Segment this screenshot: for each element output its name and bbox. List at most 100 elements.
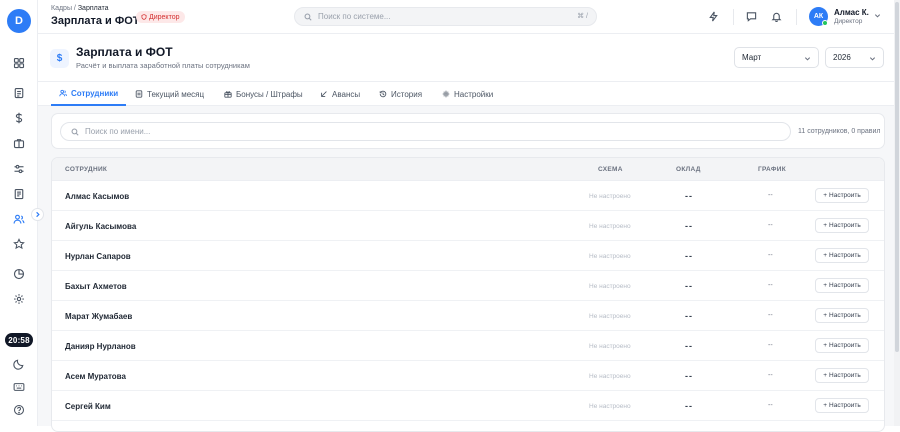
tab-advances[interactable]: Авансы [320, 82, 360, 106]
global-search[interactable]: ⌘ / [294, 7, 597, 26]
dollar-icon: $ [50, 49, 69, 68]
schedule-value: -- [768, 342, 773, 349]
tab-label: Сотрудники [71, 88, 119, 98]
table-row[interactable]: Бахыт Ахметов Не настроено -- -- + Настроить [52, 271, 884, 301]
month-select[interactable]: Март [734, 47, 819, 68]
configure-button-label: Настроить [829, 372, 861, 379]
table-row[interactable]: Данияр Нурланов Не настроено -- -- + Настроит… [52, 331, 884, 361]
user-name[interactable]: Алмас К. [834, 8, 869, 17]
sidebar-expand-button[interactable] [31, 208, 44, 221]
configure-button[interactable]: + Настроить [815, 368, 869, 383]
configure-button[interactable]: + Настроить [815, 278, 869, 293]
salary-value: -- [685, 281, 693, 291]
arrow-down-left-icon [321, 91, 327, 97]
chevron-down-icon [869, 57, 876, 61]
chart-pie-icon[interactable] [11, 266, 27, 282]
configure-button-label: Настроить [829, 252, 861, 259]
salary-value: -- [685, 401, 693, 411]
star-icon[interactable] [11, 236, 27, 252]
document-icon[interactable] [11, 85, 27, 101]
moon-icon[interactable] [11, 356, 27, 372]
divider [733, 9, 734, 25]
gift-icon [224, 91, 232, 98]
tab-bar: Сотрудники Текущий месяц Бонусы / Штрафы… [38, 82, 900, 106]
receipt-icon[interactable] [11, 186, 27, 202]
employee-search-input[interactable] [85, 127, 745, 136]
scrollbar-thumb[interactable] [895, 2, 899, 352]
chat-icon[interactable] [745, 10, 758, 23]
keyboard-icon[interactable] [11, 379, 27, 395]
chevron-down-icon[interactable] [874, 12, 881, 19]
chevron-down-icon [804, 57, 811, 61]
scheme-status: Не настроено [589, 373, 631, 380]
schedule-value: -- [768, 282, 773, 289]
configure-button[interactable]: + Настроить [815, 188, 869, 203]
plus-icon: + [823, 252, 828, 259]
configure-button[interactable]: + Настроить [815, 218, 869, 233]
users-icon[interactable] [11, 211, 27, 227]
users-icon [59, 89, 67, 97]
main-content: 11 сотрудников, 0 правил СОТРУДНИК СХЕМА… [38, 106, 900, 432]
table-row[interactable]: Айгуль Касымова Не настроено -- -- + Настроит… [52, 211, 884, 241]
employee-name[interactable]: Марат Жумабаев [65, 312, 132, 321]
employee-search-card: 11 сотрудников, 0 правил [51, 113, 885, 149]
employee-search[interactable] [60, 122, 791, 141]
tab-label: Бонусы / Штрафы [236, 89, 303, 99]
tab-settings[interactable]: Настройки [442, 82, 493, 106]
employee-name[interactable]: Алмас Касымов [65, 192, 129, 201]
gear-icon[interactable] [11, 291, 27, 307]
employee-name[interactable]: Айгуль Касымова [65, 222, 136, 231]
tab-label: Авансы [332, 89, 361, 99]
bell-icon[interactable] [770, 10, 783, 23]
month-select-value: Март [742, 53, 762, 62]
shield-icon [141, 14, 147, 20]
app-logo[interactable]: D [7, 9, 31, 33]
employee-name[interactable]: Асем Муратова [65, 372, 126, 381]
dashboard-icon[interactable] [11, 55, 27, 71]
employee-name[interactable]: Сергей Ким [65, 402, 111, 411]
table-row[interactable]: Алмас Касымов Не настроено -- -- + Настроить [52, 181, 884, 211]
table-row[interactable]: Сергей Ким Не настроено -- -- + Настроить [52, 391, 884, 421]
table-row[interactable]: Нурлан Сапаров Не настроено -- -- + Настроить [52, 241, 884, 271]
breadcrumb: Кадры / Зарплата [51, 5, 108, 12]
table-row[interactable]: Марат Жумабаев Не настроено -- -- + Настроить [52, 301, 884, 331]
breadcrumb-parent[interactable]: Кадры [51, 5, 72, 12]
plus-icon: + [823, 282, 828, 289]
sliders-icon[interactable] [11, 161, 27, 177]
salary-value: -- [685, 221, 693, 231]
employee-name[interactable]: Данияр Нурланов [65, 342, 136, 351]
configure-button[interactable]: + Настроить [815, 338, 869, 353]
tab-bonuses[interactable]: Бонусы / Штрафы [224, 82, 303, 106]
global-search-input[interactable] [318, 12, 548, 21]
tab-current-month[interactable]: Текущий месяц [135, 82, 204, 106]
employees-table: СОТРУДНИК СХЕМА ОКЛАД ГРАФИК Алмас Касым… [51, 157, 885, 432]
lightning-icon[interactable] [707, 10, 720, 23]
configure-button[interactable]: + Настроить [815, 308, 869, 323]
table-row[interactable]: Асем Муратова Не настроено -- -- + Настроить [52, 361, 884, 391]
help-icon[interactable] [11, 402, 27, 418]
tab-employees[interactable]: Сотрудники [51, 82, 127, 106]
tab-history[interactable]: История [379, 82, 422, 106]
briefcase-icon[interactable] [11, 135, 27, 151]
plus-icon: + [823, 222, 828, 229]
configure-button-label: Настроить [829, 402, 861, 409]
gear-icon [442, 90, 450, 98]
configure-button[interactable]: + Настроить [815, 398, 869, 413]
dollar-icon[interactable] [11, 110, 27, 126]
plus-icon: + [823, 342, 828, 349]
employee-name[interactable]: Бахыт Ахметов [65, 282, 127, 291]
schedule-value: -- [768, 372, 773, 379]
table-header: СОТРУДНИК СХЕМА ОКЛАД ГРАФИК [52, 158, 884, 181]
scheme-status: Не настроено [589, 343, 631, 350]
employee-name[interactable]: Нурлан Сапаров [65, 252, 131, 261]
user-role: Директор [834, 18, 863, 25]
schedule-value: -- [768, 192, 773, 199]
configure-button[interactable]: + Настроить [815, 248, 869, 263]
search-shortcut: ⌘ / [577, 13, 588, 20]
plus-icon: + [823, 192, 828, 199]
role-badge: Директор [136, 11, 185, 23]
tab-label: История [391, 89, 423, 99]
scrollbar[interactable] [894, 0, 900, 426]
year-select[interactable]: 2026 [825, 47, 884, 68]
header-subtitle: Расчёт и выплата заработной платы сотруд… [76, 61, 250, 70]
